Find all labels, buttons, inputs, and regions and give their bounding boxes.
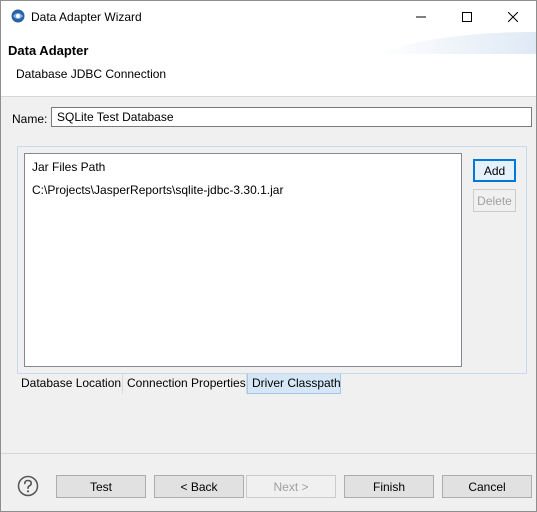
name-label: Name: — [12, 112, 48, 126]
test-button[interactable]: Test — [56, 475, 146, 498]
page-title: Data Adapter — [8, 43, 89, 58]
app-icon — [11, 9, 25, 23]
window-title: Data Adapter Wizard — [31, 10, 142, 24]
close-icon — [508, 11, 518, 22]
jar-files-list[interactable]: Jar Files Path C:\Projects\JasperReports… — [24, 153, 462, 367]
maximize-icon — [462, 11, 472, 22]
header-banner-decoration — [376, 32, 536, 54]
name-input[interactable]: SQLite Test Database — [51, 107, 532, 127]
page-subtitle: Database JDBC Connection — [16, 67, 167, 81]
list-item[interactable]: C:\Projects\JasperReports\sqlite-jdbc-3.… — [32, 183, 283, 197]
tab-database-location[interactable]: Database Location — [17, 374, 123, 394]
help-icon[interactable] — [17, 475, 39, 497]
wizard-window: Data Adapter Wizard Data Adapter Databas… — [0, 0, 537, 512]
cancel-button[interactable]: Cancel — [442, 475, 532, 498]
finish-button[interactable]: Finish — [344, 475, 434, 498]
tab-driver-classpath[interactable]: Driver Classpath — [247, 374, 341, 394]
back-button[interactable]: < Back — [154, 475, 244, 498]
close-button[interactable] — [490, 1, 536, 32]
add-button[interactable]: Add — [473, 159, 516, 182]
tab-connection-properties[interactable]: Connection Properties — [123, 374, 247, 394]
minimize-button[interactable] — [398, 1, 444, 32]
delete-button[interactable]: Delete — [473, 189, 516, 212]
next-button[interactable]: Next > — [246, 475, 336, 498]
title-bar: Data Adapter Wizard — [1, 1, 536, 32]
footer-separator — [1, 453, 536, 454]
maximize-button[interactable] — [444, 1, 490, 32]
wizard-header: Data Adapter Database JDBC Connection — [1, 32, 536, 97]
jar-files-column-header: Jar Files Path — [32, 160, 106, 174]
minimize-icon — [416, 16, 426, 17]
